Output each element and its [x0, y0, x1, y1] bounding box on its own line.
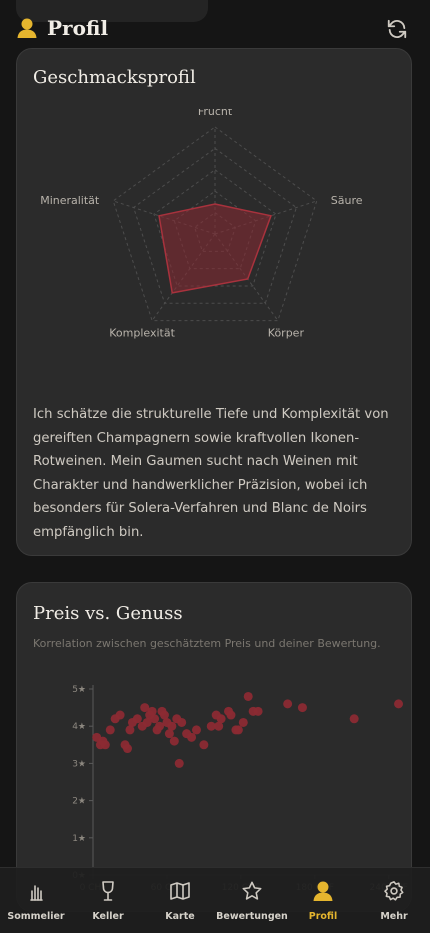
- page-title: Profil: [47, 16, 109, 40]
- nav-label-sommelier: Sommelier: [7, 911, 65, 922]
- refresh-icon[interactable]: [386, 18, 408, 40]
- y-tick-label: 2★: [72, 797, 86, 807]
- nav-item-profil[interactable]: Profil: [288, 868, 358, 933]
- radar-axis-label: Frucht: [198, 109, 233, 118]
- scatter-point[interactable]: [187, 732, 197, 742]
- y-tick-label: 5★: [72, 685, 86, 695]
- scatter-point[interactable]: [297, 703, 307, 713]
- radar-axis-label: Körper: [268, 327, 305, 340]
- nav-label-karte: Karte: [165, 911, 195, 922]
- radar-axis-label: Komplexität: [109, 327, 175, 340]
- y-tick-label: 4★: [72, 722, 86, 732]
- scatter-point[interactable]: [105, 725, 115, 735]
- scatter-point[interactable]: [167, 721, 177, 731]
- hand-bell-icon: [30, 885, 43, 901]
- scatter-point[interactable]: [253, 706, 263, 716]
- nav-label-keller: Keller: [92, 911, 124, 922]
- scatter-point[interactable]: [226, 710, 236, 720]
- scatter-point[interactable]: [169, 736, 179, 746]
- scatter-point[interactable]: [177, 717, 187, 727]
- scatter-point[interactable]: [191, 725, 201, 735]
- map-icon: [170, 882, 190, 900]
- radar-axis-label: Säure: [331, 194, 363, 207]
- price-chart-title: Preis vs. Genuss: [33, 603, 183, 624]
- nav-item-mehr[interactable]: Mehr: [358, 868, 430, 933]
- scatter-point[interactable]: [122, 744, 132, 754]
- scatter-point[interactable]: [132, 714, 142, 724]
- user-icon: [313, 881, 333, 901]
- nav-label-bewertungen: Bewertungen: [216, 911, 288, 922]
- user-icon: [17, 18, 37, 38]
- bottom-navigation: Sommelier Keller Karte Bewertungen Profi…: [0, 867, 430, 933]
- scatter-point[interactable]: [283, 699, 293, 709]
- taste-description: Ich schätze die strukturelle Tiefe und K…: [33, 407, 389, 540]
- scatter-point[interactable]: [115, 710, 125, 720]
- price-vs-enjoyment-card: Preis vs. Genuss Korrelation zwischen ge…: [16, 582, 412, 912]
- nav-item-sommelier[interactable]: Sommelier: [0, 868, 72, 933]
- nav-label-mehr: Mehr: [380, 911, 408, 922]
- scatter-point[interactable]: [238, 717, 248, 727]
- scatter-point[interactable]: [243, 691, 253, 701]
- scatter-point[interactable]: [216, 714, 226, 724]
- scatter-point[interactable]: [100, 740, 110, 750]
- taste-profile-card: Geschmacksprofil Frucht Säure Körper Komple…: [16, 48, 412, 556]
- scatter-point[interactable]: [174, 758, 184, 768]
- nav-item-bewertungen[interactable]: Bewertungen: [216, 868, 288, 933]
- y-tick-label: 3★: [72, 759, 86, 769]
- nav-label-profil: Profil: [308, 911, 338, 922]
- y-tick-label: 1★: [72, 834, 86, 844]
- nav-item-keller[interactable]: Keller: [72, 868, 144, 933]
- radar-chart: Frucht Säure Körper Komplexität Mineralität: [40, 109, 363, 340]
- scatter-point[interactable]: [150, 714, 160, 724]
- wine-glass-icon: [102, 881, 114, 901]
- radar-value-area: [158, 203, 272, 294]
- scatter-point[interactable]: [349, 714, 359, 724]
- scatter-point[interactable]: [199, 740, 209, 750]
- radar-axis-label: Mineralität: [40, 194, 100, 207]
- gear-icon: [384, 881, 404, 901]
- app-header: Profil: [0, 14, 430, 48]
- scatter-point[interactable]: [233, 725, 243, 735]
- price-chart-subtitle: Korrelation zwischen geschätztem Preis u…: [33, 637, 381, 650]
- taste-profile-title: Geschmacksprofil: [33, 67, 196, 88]
- scatter-point[interactable]: [394, 699, 404, 709]
- nav-item-karte[interactable]: Karte: [144, 868, 216, 933]
- star-icon: [242, 881, 262, 900]
